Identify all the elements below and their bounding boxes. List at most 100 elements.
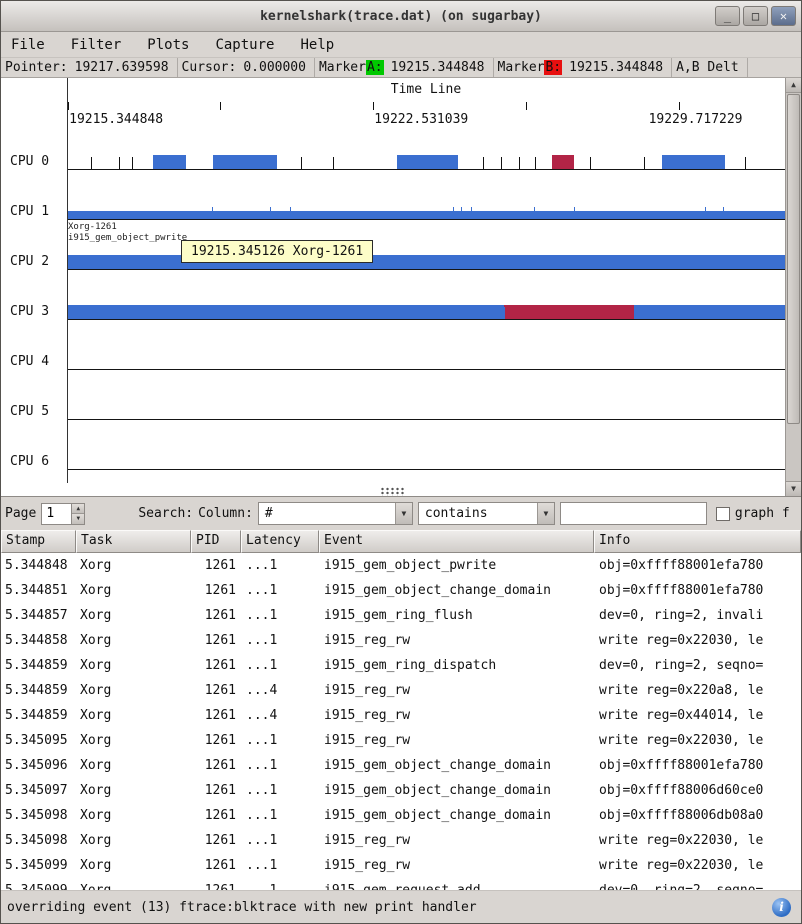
table-row[interactable]: 5.345098Xorg1261...1i915_gem_object_chan… xyxy=(1,803,801,828)
task-segment[interactable] xyxy=(552,155,574,169)
minimize-button[interactable]: _ xyxy=(715,6,740,26)
scroll-down-icon[interactable]: ▼ xyxy=(786,481,801,496)
cpu-plot[interactable] xyxy=(67,434,785,484)
event-tick xyxy=(723,207,724,219)
info-icon[interactable]: i xyxy=(772,898,791,917)
table-row[interactable]: 5.344857Xorg1261...1i915_gem_ring_flushd… xyxy=(1,603,801,628)
table-row[interactable]: 5.344859Xorg1261...4i915_reg_rwwrite reg… xyxy=(1,703,801,728)
table-row[interactable]: 5.345097Xorg1261...1i915_gem_object_chan… xyxy=(1,778,801,803)
table-row[interactable]: 5.344859Xorg1261...4i915_reg_rwwrite reg… xyxy=(1,678,801,703)
graph-scrollbar[interactable]: ▲ ▼ xyxy=(785,78,801,496)
splitter-handle-icon[interactable] xyxy=(380,487,406,496)
close-button[interactable]: ✕ xyxy=(771,6,796,26)
cell-stamp: 5.345095 xyxy=(1,728,76,753)
search-input[interactable] xyxy=(560,502,707,525)
cpu-label: CPU 2 xyxy=(1,234,67,284)
header-info[interactable]: Info xyxy=(594,530,801,553)
header-task[interactable]: Task xyxy=(76,530,191,553)
hover-task-label: Xorg-1261 xyxy=(68,222,117,232)
window-title: kernelshark(trace.dat) (on sugarbay) xyxy=(1,9,801,24)
table-row[interactable]: 5.345099Xorg1261...1i915_gem_request_add… xyxy=(1,878,801,890)
spin-down-icon[interactable]: ▼ xyxy=(72,514,84,524)
menu-file[interactable]: File xyxy=(11,37,45,53)
chevron-down-icon[interactable]: ▼ xyxy=(395,503,412,524)
scroll-up-icon[interactable]: ▲ xyxy=(786,78,801,93)
table-row[interactable]: 5.345096Xorg1261...1i915_gem_object_chan… xyxy=(1,753,801,778)
time-axis: Time Line 19215.34484819222.53103919229.… xyxy=(67,78,785,134)
cell-pid: 1261 xyxy=(191,678,241,703)
header-pid[interactable]: PID xyxy=(191,530,241,553)
menu-help[interactable]: Help xyxy=(300,37,334,53)
cpu-lane-3[interactable]: CPU 3 xyxy=(1,284,785,334)
task-segment[interactable] xyxy=(213,155,277,169)
cpu-lane-0[interactable]: CPU 0 xyxy=(1,134,785,184)
cpu-lane-1[interactable]: CPU 1 xyxy=(1,184,785,234)
graph-follows-checkbox[interactable] xyxy=(716,507,730,521)
maximize-button[interactable]: □ xyxy=(743,6,768,26)
cpu-plot[interactable] xyxy=(67,384,785,434)
status-message: overriding event (13) ftrace:blktrace wi… xyxy=(7,900,477,915)
cpu-plot[interactable] xyxy=(67,284,785,334)
task-segment[interactable] xyxy=(504,305,635,319)
cell-pid: 1261 xyxy=(191,828,241,853)
graph-area[interactable]: Time Line 19215.34484819222.53103919229.… xyxy=(1,78,801,497)
cell-stamp: 5.345098 xyxy=(1,803,76,828)
menu-capture[interactable]: Capture xyxy=(215,37,274,53)
cpu-label: CPU 5 xyxy=(1,384,67,434)
match-select[interactable]: contains ▼ xyxy=(418,502,555,525)
cell-event: i915_reg_rw xyxy=(319,678,594,703)
task-bar[interactable] xyxy=(67,255,785,269)
cpu-baseline xyxy=(67,319,785,320)
axis-tick-mark xyxy=(526,102,527,110)
table-row[interactable]: 5.344848Xorg1261...1i915_gem_object_pwri… xyxy=(1,553,801,578)
graph-tooltip: 19215.345126 Xorg-1261 xyxy=(181,240,373,263)
header-event[interactable]: Event xyxy=(319,530,594,553)
cpu-plot[interactable] xyxy=(67,134,785,184)
cell-pid: 1261 xyxy=(191,603,241,628)
page-input[interactable] xyxy=(41,503,71,525)
task-segment[interactable] xyxy=(153,155,186,169)
task-bar[interactable] xyxy=(67,305,785,319)
table-row[interactable]: 5.344858Xorg1261...1i915_reg_rwwrite reg… xyxy=(1,628,801,653)
cpu-plot[interactable] xyxy=(67,334,785,384)
cpu-rows: CPU 0CPU 1CPU 2CPU 3CPU 4CPU 5CPU 6 xyxy=(1,134,785,484)
cell-pid: 1261 xyxy=(191,878,241,890)
task-bar[interactable] xyxy=(67,211,785,219)
axis-time-label: 19215.344848 xyxy=(69,112,163,127)
cell-latency: ...1 xyxy=(241,753,319,778)
table-row[interactable]: 5.345099Xorg1261...1i915_reg_rwwrite reg… xyxy=(1,853,801,878)
titlebar[interactable]: kernelshark(trace.dat) (on sugarbay) _ □… xyxy=(1,1,801,32)
table-header: Stamp Task PID Latency Event Info xyxy=(1,530,801,553)
header-latency[interactable]: Latency xyxy=(241,530,319,553)
task-segment[interactable] xyxy=(397,155,458,169)
cell-pid: 1261 xyxy=(191,653,241,678)
cell-stamp: 5.344848 xyxy=(1,553,76,578)
cell-event: i915_gem_object_change_domain xyxy=(319,803,594,828)
marker-a-label: Marker xyxy=(319,60,366,75)
task-segment[interactable] xyxy=(662,155,724,169)
cpu-lane-4[interactable]: CPU 4 xyxy=(1,334,785,384)
cell-task: Xorg xyxy=(76,553,191,578)
scrollbar-thumb[interactable] xyxy=(787,94,800,424)
header-stamp[interactable]: Stamp xyxy=(1,530,76,553)
chevron-down-icon[interactable]: ▼ xyxy=(537,503,554,524)
cursor-label: Cursor: xyxy=(182,60,237,75)
table-row[interactable]: 5.345095Xorg1261...1i915_reg_rwwrite reg… xyxy=(1,728,801,753)
spin-up-icon[interactable]: ▲ xyxy=(72,504,84,515)
cpu-plot[interactable] xyxy=(67,184,785,234)
event-tick xyxy=(574,207,575,219)
table-row[interactable]: 5.344851Xorg1261...1i915_gem_object_chan… xyxy=(1,578,801,603)
menu-plots[interactable]: Plots xyxy=(147,37,189,53)
table-row[interactable]: 5.345098Xorg1261...1i915_reg_rwwrite reg… xyxy=(1,828,801,853)
cell-stamp: 5.344859 xyxy=(1,653,76,678)
cell-stamp: 5.345097 xyxy=(1,778,76,803)
marker-a-value: 19215.344848 xyxy=(391,60,485,75)
cpu-lane-5[interactable]: CPU 5 xyxy=(1,384,785,434)
column-select[interactable]: # ▼ xyxy=(258,502,413,525)
cpu-lane-6[interactable]: CPU 6 xyxy=(1,434,785,484)
cell-latency: ...1 xyxy=(241,578,319,603)
menu-filter[interactable]: Filter xyxy=(71,37,122,53)
table-row[interactable]: 5.344859Xorg1261...1i915_gem_ring_dispat… xyxy=(1,653,801,678)
cell-stamp: 5.345099 xyxy=(1,878,76,890)
delta-label: A,B Delt xyxy=(676,60,739,75)
